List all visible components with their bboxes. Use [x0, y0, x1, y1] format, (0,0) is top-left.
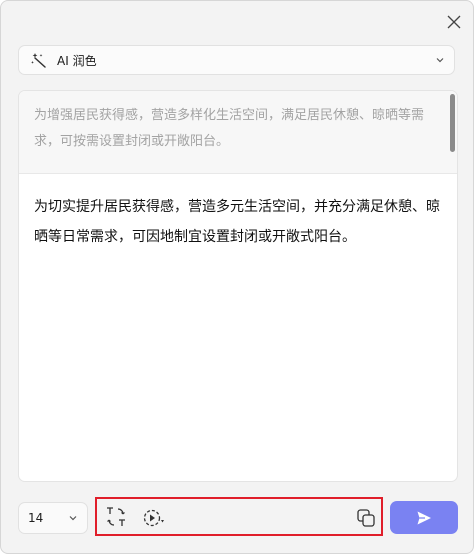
chevron-down-icon — [434, 54, 446, 66]
polished-result-text[interactable]: 为切实提升居民获得感，营造多元生活空间，并充分满足休憩、晾晒等日常需求，可因地制… — [34, 192, 444, 252]
mode-select-label: AI 润色 — [57, 53, 97, 68]
close-button[interactable] — [443, 11, 465, 33]
ai-polish-window: AI 润色 为增强居民获得感，营造多样化生活空间，满足居民休憩、晾晒等需求，可按… — [0, 0, 474, 554]
text-convert-button[interactable] — [103, 504, 129, 530]
original-text-area[interactable]: 为增强居民获得感，营造多样化生活空间，满足居民休憩、晾晒等需求，可按需设置封闭或… — [19, 91, 457, 174]
send-icon — [417, 511, 431, 524]
text-convert-icon — [107, 507, 125, 526]
copy-icon — [357, 509, 375, 527]
close-icon — [447, 15, 461, 29]
editor-panel: 为增强居民获得感，营造多样化生活空间，满足居民休憩、晾晒等需求，可按需设置封闭或… — [18, 90, 458, 482]
original-text: 为增强居民获得感，营造多样化生活空间，满足居民休憩、晾晒等需求，可按需设置封闭或… — [34, 108, 425, 149]
mode-select[interactable]: AI 润色 — [18, 45, 455, 75]
send-button[interactable] — [390, 501, 458, 534]
replay-dropdown-icon — [143, 509, 164, 527]
font-size-select[interactable]: 14 — [18, 502, 88, 534]
chevron-down-icon — [68, 513, 78, 523]
magic-wand-icon — [30, 51, 48, 69]
copy-button[interactable] — [353, 505, 379, 531]
action-toolbar — [95, 497, 383, 536]
scrollbar-thumb[interactable] — [450, 94, 455, 152]
font-size-value: 14 — [28, 511, 44, 525]
replay-dropdown-button[interactable] — [141, 505, 169, 531]
